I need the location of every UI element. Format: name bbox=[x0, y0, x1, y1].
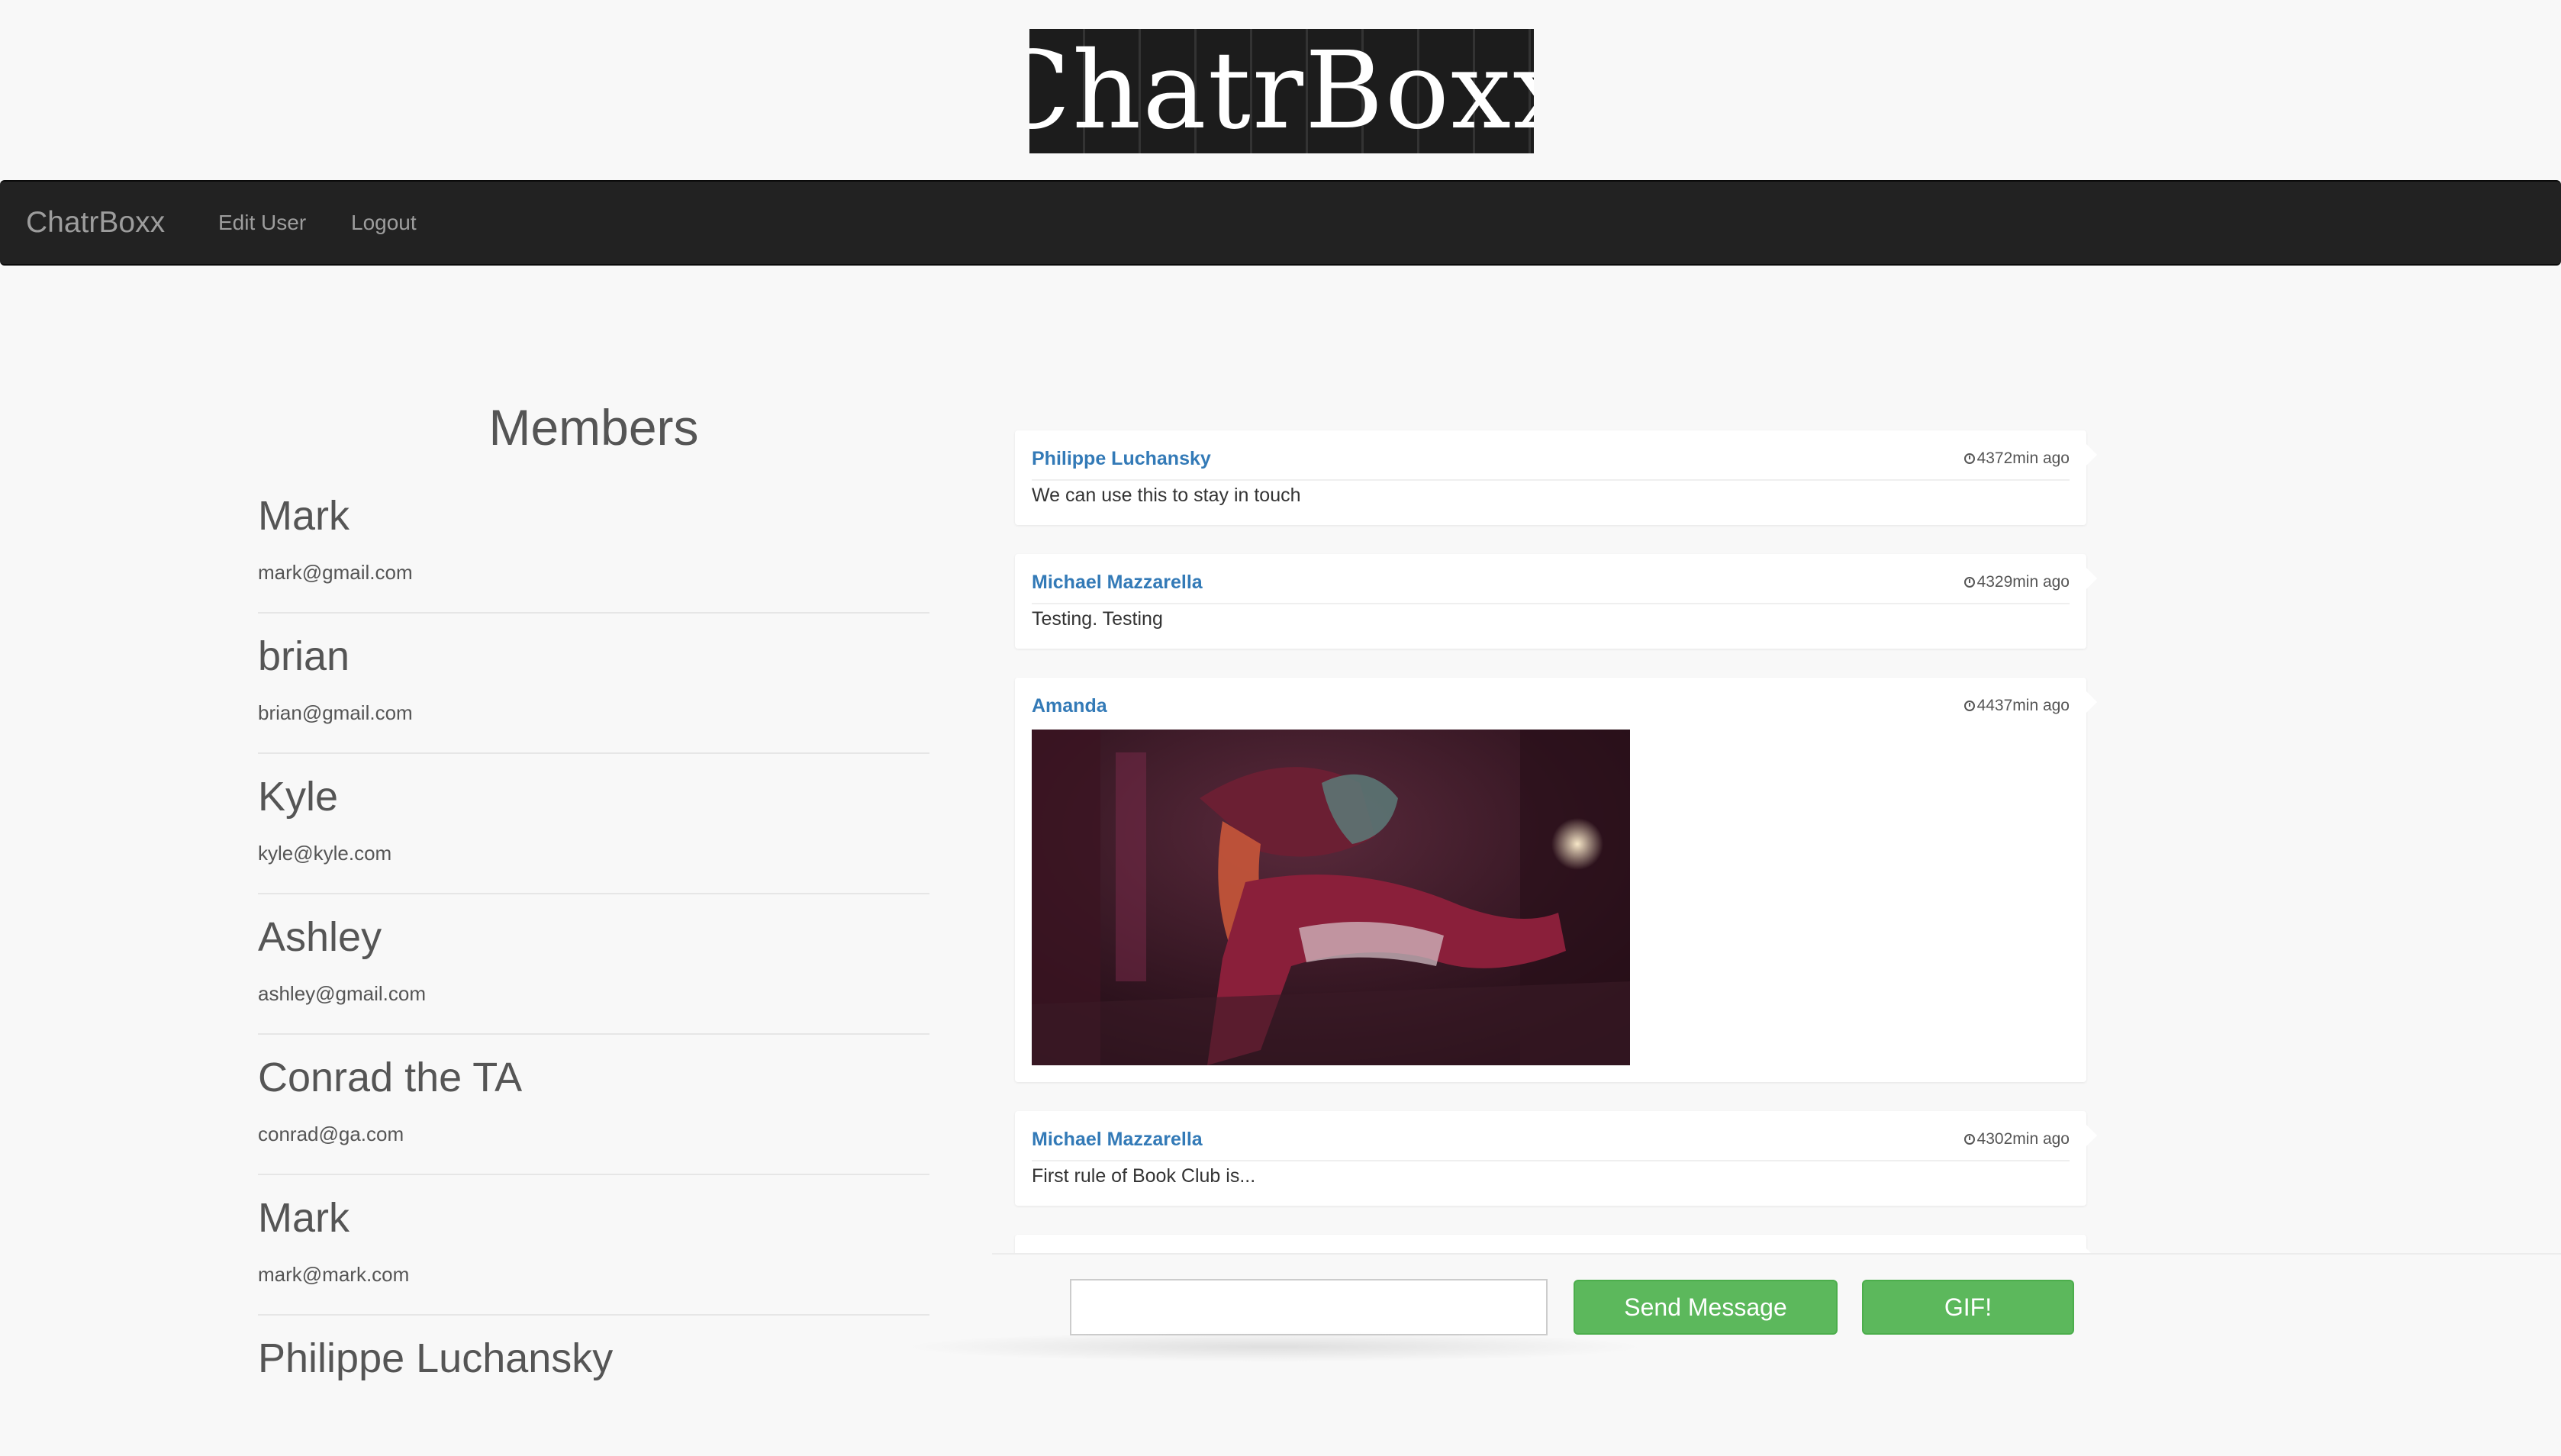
logo-text: ChatrBoxx bbox=[1029, 29, 1534, 153]
nav-link-logout[interactable]: Logout bbox=[351, 182, 417, 264]
member-name: Mark bbox=[258, 1195, 350, 1241]
member-email: conrad@ga.com bbox=[258, 1123, 404, 1145]
message-time: 4372min ago bbox=[1963, 447, 2070, 470]
clock-icon bbox=[1963, 1134, 1975, 1145]
member-name: Ashley bbox=[258, 914, 382, 960]
member-item: Conrad the TA conrad@ga.com bbox=[258, 1035, 929, 1175]
message-card: Michael Mazzarella 4329min ago Testing. … bbox=[1015, 554, 2097, 649]
message-time-text: 4302min ago bbox=[1976, 1130, 2070, 1148]
message-card: Amanda 4437min ago bbox=[1015, 678, 2097, 1082]
message-time: 4302min ago bbox=[1963, 1128, 2070, 1151]
member-name: Philippe Luchansky bbox=[258, 1335, 614, 1381]
member-item: Ashley ashley@gmail.com bbox=[258, 894, 929, 1035]
message-card: Michael Mazzarella 4302min ago First rul… bbox=[1015, 1111, 2097, 1206]
message-gif-image[interactable] bbox=[1032, 730, 1630, 1065]
member-item: Mark mark@gmail.com bbox=[258, 473, 929, 614]
navbar-brand[interactable]: ChatrBoxx bbox=[26, 182, 165, 264]
message-divider bbox=[1032, 603, 2070, 604]
member-name: Conrad the TA bbox=[258, 1055, 523, 1100]
send-message-button[interactable]: Send Message bbox=[1574, 1280, 1838, 1335]
member-name: brian bbox=[258, 633, 350, 679]
message-time-text: 4437min ago bbox=[1976, 697, 2070, 714]
logo-banner: ChatrBoxx bbox=[1029, 29, 1534, 153]
message-card: Philippe Luchansky 4372min ago We can us… bbox=[1015, 430, 2097, 525]
member-email: mark@gmail.com bbox=[258, 561, 413, 584]
message-time-text: 4372min ago bbox=[1976, 449, 2070, 467]
top-navbar: ChatrBoxx Edit User Logout bbox=[0, 180, 2561, 266]
member-item: Kyle kyle@kyle.com bbox=[258, 754, 929, 894]
member-item: Mark mark@mark.com bbox=[258, 1175, 929, 1316]
clock-icon bbox=[1963, 453, 1975, 464]
message-time: 4329min ago bbox=[1963, 571, 2070, 594]
member-name: Kyle bbox=[258, 774, 339, 820]
member-email: brian@gmail.com bbox=[258, 701, 413, 724]
message-text: We can use this to stay in touch bbox=[1032, 485, 1301, 506]
member-name: Mark bbox=[258, 493, 350, 539]
message-author[interactable]: Philippe Luchansky bbox=[1032, 447, 1211, 470]
clock-icon bbox=[1963, 701, 1975, 711]
message-input[interactable] bbox=[1070, 1279, 1548, 1335]
member-email: ashley@gmail.com bbox=[258, 982, 427, 1005]
message-author[interactable]: Amanda bbox=[1032, 694, 1107, 717]
clock-icon bbox=[1963, 577, 1975, 588]
member-email: kyle@kyle.com bbox=[258, 842, 392, 865]
message-text: Testing. Testing bbox=[1032, 608, 1163, 630]
message-author[interactable]: Michael Mazzarella bbox=[1032, 1128, 1203, 1151]
member-item: brian brian@gmail.com bbox=[258, 614, 929, 754]
message-text: First rule of Book Club is... bbox=[1032, 1165, 1256, 1187]
members-heading: Members bbox=[488, 399, 699, 456]
message-time-text: 4329min ago bbox=[1976, 573, 2070, 591]
message-author[interactable]: Michael Mazzarella bbox=[1032, 571, 1203, 594]
member-email: mark@mark.com bbox=[258, 1263, 410, 1286]
gif-illustration bbox=[1032, 730, 1630, 1065]
nav-link-edit-user[interactable]: Edit User bbox=[218, 182, 306, 264]
message-divider bbox=[1032, 479, 2070, 481]
bottom-shadow bbox=[900, 1332, 1648, 1362]
gif-button[interactable]: GIF! bbox=[1862, 1280, 2074, 1335]
message-divider bbox=[1032, 1160, 2070, 1161]
message-time: 4437min ago bbox=[1963, 694, 2070, 717]
member-item: Philippe Luchansky bbox=[258, 1316, 929, 1456]
